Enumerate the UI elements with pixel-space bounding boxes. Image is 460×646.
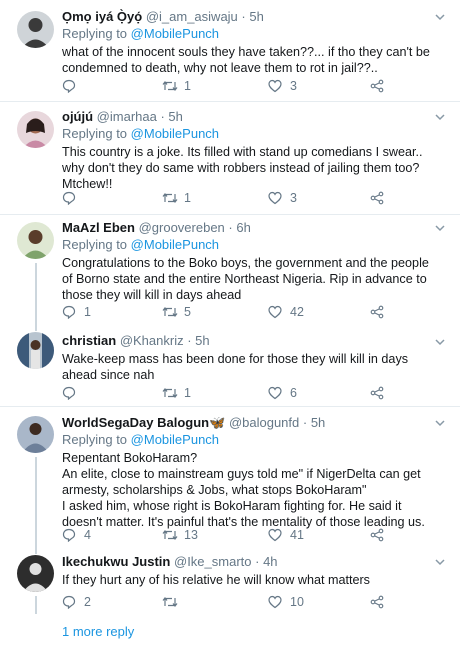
chevron-down-icon[interactable]	[435, 418, 445, 428]
retweet-icon	[162, 193, 178, 203]
chevron-down-icon[interactable]	[435, 112, 445, 122]
retweet-icon	[162, 388, 178, 398]
reply-icon	[62, 386, 76, 400]
reply-icon	[62, 528, 76, 542]
display-name[interactable]: Ikechukwu Justin	[62, 554, 170, 569]
reply-icon	[62, 305, 76, 319]
timestamp[interactable]: 5h	[195, 333, 209, 348]
tweet-2[interactable]: ojújú @imarhaa · 5h Replying to @MobileP…	[0, 102, 460, 214]
mention-link[interactable]: @MobilePunch	[131, 26, 219, 41]
display-name[interactable]: Ọmọ iyá Ọ̀yọ́	[62, 9, 142, 24]
display-name[interactable]: ojújú	[62, 109, 93, 124]
chevron-down-icon[interactable]	[435, 223, 445, 233]
replying-to: Replying to @MobilePunch	[62, 26, 220, 41]
handle[interactable]: @groovereben	[139, 220, 225, 235]
retweet-icon	[162, 81, 178, 91]
avatar[interactable]	[17, 11, 54, 48]
retweet-icon	[162, 597, 178, 607]
handle[interactable]: @imarhaa	[97, 109, 157, 124]
tweet-text: what of the innocent souls they have tak…	[62, 45, 430, 75]
thread-line	[35, 263, 37, 325]
thread-line	[35, 457, 37, 544]
share-icon	[370, 386, 384, 400]
tweet-4[interactable]: christian @Khankriz · 5h Wake-keep mass …	[0, 325, 460, 405]
handle[interactable]: @Khankriz	[120, 333, 184, 348]
avatar[interactable]	[17, 111, 54, 148]
retweet-icon	[162, 530, 178, 540]
avatar[interactable]	[17, 416, 54, 453]
tweet-text: Repentant BokoHaram? An elite, close to …	[62, 451, 425, 529]
heart-icon	[268, 386, 282, 400]
avatar[interactable]	[17, 332, 54, 369]
heart-icon	[268, 305, 282, 319]
share-icon	[370, 305, 384, 319]
timestamp[interactable]: 5h	[311, 415, 325, 430]
heart-icon	[268, 595, 282, 609]
timestamp[interactable]: 5h	[168, 109, 182, 124]
handle[interactable]: @Ike_smarto	[174, 554, 252, 569]
thread-line	[35, 596, 37, 614]
share-icon	[370, 191, 384, 205]
reply-icon	[62, 191, 76, 205]
tweet-1[interactable]: Ọmọ iyá Ọ̀yọ́ @i_am_asiwaju · 5h Replyin…	[0, 0, 460, 100]
tweet-text: Congratulations to the Boko boys, the go…	[62, 256, 429, 302]
share-icon	[370, 595, 384, 609]
tweet-header: Ikechukwu Justin @Ike_smarto · 4h	[62, 554, 278, 569]
replying-to: Replying to @MobilePunch	[62, 432, 220, 447]
more-replies-link[interactable]: 1 more reply	[62, 624, 134, 639]
replying-to: Replying to @MobilePunch	[62, 237, 220, 252]
chevron-down-icon[interactable]	[435, 12, 445, 22]
reply-icon	[62, 595, 76, 609]
tweet-text: If they hurt any of his relative he will…	[62, 573, 370, 587]
heart-icon	[268, 79, 282, 93]
mention-link[interactable]: @MobilePunch	[131, 432, 219, 447]
thread-line	[35, 325, 37, 331]
handle[interactable]: @i_am_asiwaju	[146, 9, 238, 24]
mention-link[interactable]: @MobilePunch	[131, 126, 219, 141]
timestamp[interactable]: 5h	[249, 9, 263, 24]
tweet-header: christian @Khankriz · 5h	[62, 333, 210, 348]
tweet-text: This country is a joke. Its filled with …	[62, 145, 423, 191]
tweet-header: WorldSegaDay Balogun🦋 @balogunfd · 5h	[62, 415, 326, 430]
display-name[interactable]: WorldSegaDay Balogun🦋	[62, 415, 225, 430]
display-name[interactable]: MaAzl Eben	[62, 220, 135, 235]
chevron-down-icon[interactable]	[435, 337, 445, 347]
tweet-3[interactable]: MaAzl Eben @groovereben · 6h Replying to…	[0, 215, 460, 325]
retweet-icon	[162, 307, 178, 317]
replying-to: Replying to @MobilePunch	[62, 126, 220, 141]
share-icon	[370, 79, 384, 93]
handle[interactable]: @balogunfd	[229, 415, 299, 430]
heart-icon	[268, 191, 282, 205]
heart-icon	[268, 528, 282, 542]
display-name[interactable]: christian	[62, 333, 116, 348]
tweet-6[interactable]: Ikechukwu Justin @Ike_smarto · 4h If the…	[0, 544, 460, 614]
timestamp[interactable]: 6h	[236, 220, 250, 235]
tweet-header: Ọmọ iyá Ọ̀yọ́ @i_am_asiwaju · 5h	[62, 9, 264, 24]
avatar[interactable]	[17, 555, 54, 592]
tweet-header: MaAzl Eben @groovereben · 6h	[62, 220, 251, 235]
thread-line	[35, 544, 37, 554]
timestamp[interactable]: 4h	[263, 554, 277, 569]
chevron-down-icon[interactable]	[435, 557, 445, 567]
reply-icon	[62, 79, 76, 93]
tweet-header: ojújú @imarhaa · 5h	[62, 109, 183, 124]
share-icon	[370, 528, 384, 542]
tweet-text: Wake-keep mass has been done for those t…	[62, 352, 409, 382]
mention-link[interactable]: @MobilePunch	[131, 237, 219, 252]
avatar[interactable]	[17, 222, 54, 259]
tweet-5[interactable]: WorldSegaDay Balogun🦋 @balogunfd · 5h Re…	[0, 407, 460, 544]
